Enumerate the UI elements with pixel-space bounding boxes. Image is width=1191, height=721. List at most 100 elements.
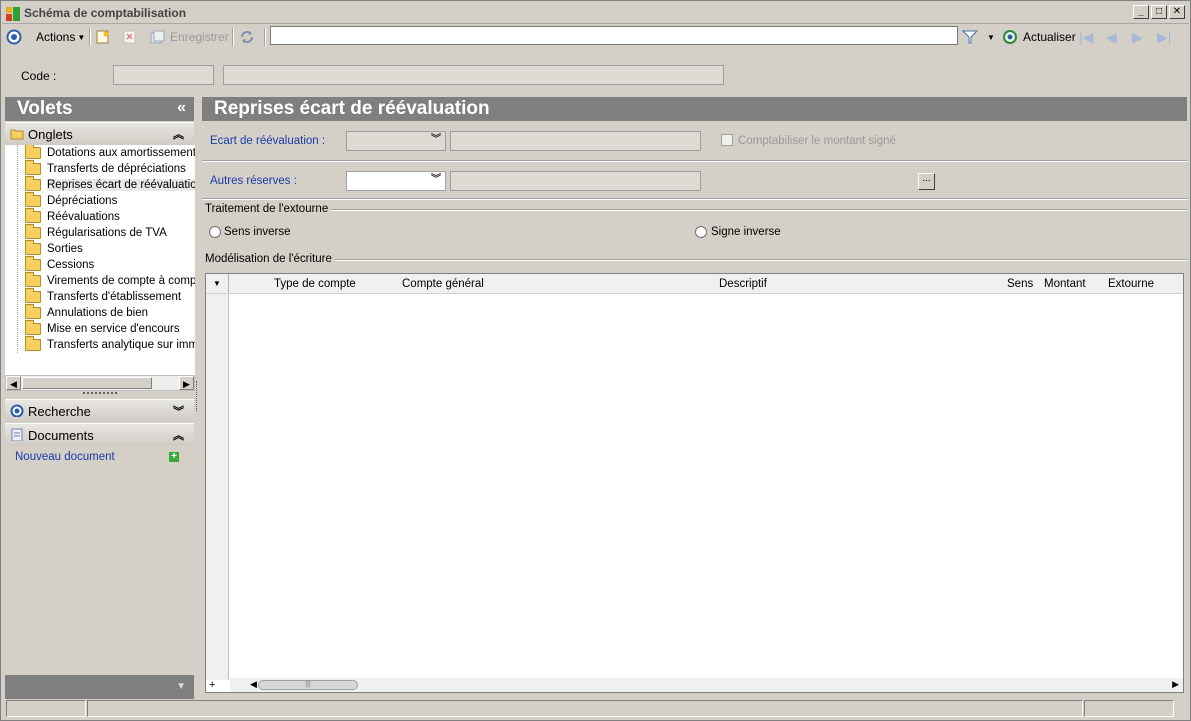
tree-item-selected[interactable]: Reprises écart de réévaluation	[25, 176, 195, 193]
last-record-icon[interactable]: ▶|	[1157, 28, 1171, 46]
save-label: Enregistrer	[170, 30, 229, 44]
double-chevron-down-icon[interactable]: ︾	[429, 174, 443, 188]
column-header[interactable]: Descriptif	[719, 278, 767, 290]
double-chevron-down-icon[interactable]: ︾	[429, 134, 443, 148]
new-document-link[interactable]: Nouveau document	[15, 451, 115, 463]
folder-icon	[25, 208, 41, 223]
app-icon	[6, 7, 20, 21]
recherche-section-header[interactable]: Recherche ︾	[5, 399, 194, 422]
search-field[interactable]	[271, 27, 957, 44]
delete-icon[interactable]	[123, 28, 137, 46]
save-button[interactable]: Enregistrer	[150, 28, 229, 46]
tree-item[interactable]: Transferts d'établissement	[25, 288, 181, 305]
browse-button[interactable]: ...	[918, 173, 935, 190]
folder-icon	[25, 272, 41, 287]
add-row-icon[interactable]: +	[209, 679, 215, 691]
tree-item[interactable]: Dotations aux amortissements	[25, 145, 195, 161]
tree-item[interactable]: Sorties	[25, 240, 83, 257]
scroll-left-icon[interactable]: ◀	[6, 376, 21, 390]
search-input[interactable]	[270, 26, 958, 45]
chevron-up-icon[interactable]: ︽	[173, 427, 184, 443]
grid-scroll-thumb[interactable]: |||	[258, 680, 358, 690]
folder-icon	[25, 288, 41, 303]
vertical-splitter[interactable]	[196, 381, 199, 411]
toolbar: Actions ▼ Enregistrer ▼ Actualiser |◀ ◀ …	[2, 25, 1189, 49]
column-header[interactable]: Sens	[1007, 278, 1033, 290]
tree-item[interactable]: Transferts de dépréciations	[25, 160, 186, 177]
circle-nav-icon[interactable]	[6, 28, 22, 46]
onglets-section-header[interactable]: Onglets ︽	[5, 122, 194, 145]
autres-reserves-description-field[interactable]	[450, 171, 701, 191]
comptabiliser-checkbox[interactable]	[721, 134, 733, 146]
actions-menu-button[interactable]: Actions ▼	[36, 28, 85, 46]
column-chooser-icon[interactable]: ▼	[206, 274, 229, 293]
save-icon	[150, 30, 165, 44]
resize-grip[interactable]	[83, 392, 117, 395]
signe-inverse-radio[interactable]	[695, 226, 707, 238]
search-circle-icon	[10, 404, 24, 417]
maximize-button[interactable]: □	[1151, 5, 1167, 19]
ecart-label: Ecart de réévaluation :	[210, 135, 326, 147]
sidebar-footer: ▼	[5, 675, 194, 699]
tree-item[interactable]: Mise en service d'encours	[25, 320, 180, 337]
next-record-icon[interactable]: ▶	[1132, 28, 1143, 46]
add-document-icon[interactable]: +	[169, 452, 179, 462]
sync-icon[interactable]	[239, 28, 255, 46]
modelisation-group-title: Modélisation de l'écriture	[205, 253, 335, 265]
actions-label: Actions	[36, 30, 76, 44]
scroll-right-icon[interactable]: ▶	[179, 376, 194, 390]
main-window: Schéma de comptabilisation _ □ ✕ Actions…	[0, 0, 1191, 721]
column-header[interactable]: Compte général	[402, 278, 484, 290]
scroll-left-icon[interactable]: ◀	[250, 679, 257, 690]
first-record-icon[interactable]: |◀	[1079, 28, 1093, 46]
grid-horizontal-scrollbar[interactable]: ◀ ||| ▶	[230, 678, 1183, 692]
status-segment	[87, 700, 1083, 717]
grid-row-selector	[206, 294, 229, 680]
signe-inverse-label: Signe inverse	[711, 226, 781, 238]
minimize-button[interactable]: _	[1133, 5, 1149, 19]
documents-label: Documents	[28, 428, 94, 443]
tree-item[interactable]: Transferts analytique sur immo	[25, 336, 195, 353]
code-field[interactable]	[113, 65, 214, 85]
documents-section-header[interactable]: Documents ︽	[5, 423, 194, 446]
ecart-description-field[interactable]	[450, 131, 701, 151]
new-icon[interactable]	[96, 28, 110, 46]
folder-icon	[25, 304, 41, 319]
collapse-panel-icon[interactable]: «	[177, 99, 186, 117]
tree-item[interactable]: Cessions	[25, 256, 94, 273]
scroll-thumb[interactable]	[22, 377, 152, 389]
grid-header: ▼ Type de compte Compte général Descript…	[206, 274, 1183, 294]
refresh-button[interactable]: Actualiser	[1002, 28, 1076, 46]
autres-reserves-combo[interactable]: ︾	[346, 171, 446, 191]
traitement-group-title: Traitement de l'extourne	[205, 203, 332, 215]
chevron-up-icon[interactable]: ︽	[173, 126, 184, 142]
column-header[interactable]: Type de compte	[274, 278, 356, 290]
previous-record-icon[interactable]: ◀	[1106, 28, 1117, 46]
scroll-right-icon[interactable]: ▶	[1172, 679, 1179, 690]
tree-item[interactable]: Dépréciations	[25, 192, 117, 209]
close-button[interactable]: ✕	[1169, 5, 1185, 19]
code-label: Code :	[21, 69, 57, 83]
sens-inverse-label: Sens inverse	[224, 226, 291, 238]
folder-icon	[25, 160, 41, 175]
expand-more-icon[interactable]: ▼	[176, 681, 186, 692]
volets-header: Volets «	[5, 97, 194, 121]
tree-item[interactable]: Annulations de bien	[25, 304, 148, 321]
tree-horizontal-scrollbar[interactable]: ◀ ▶	[5, 375, 195, 391]
tree-item[interactable]: Régularisations de TVA	[25, 224, 167, 241]
column-header[interactable]: Montant	[1044, 278, 1086, 290]
column-header[interactable]: Extourne	[1108, 278, 1154, 290]
ecart-combo[interactable]: ︾	[346, 131, 446, 151]
filter-icon[interactable]	[962, 28, 978, 46]
autres-reserves-label: Autres réserves :	[210, 175, 297, 187]
filter-dropdown-icon[interactable]: ▼	[987, 28, 995, 46]
folder-icon	[10, 129, 24, 140]
status-segment	[1084, 700, 1174, 717]
code-description-field[interactable]	[223, 65, 724, 85]
ecriture-grid[interactable]: ▼ Type de compte Compte général Descript…	[205, 273, 1184, 693]
tree-item[interactable]: Virements de compte à compte	[25, 272, 195, 289]
onglets-tree: Dotations aux amortissements Transferts …	[5, 145, 195, 375]
chevron-down-icon[interactable]: ︾	[173, 403, 184, 419]
sens-inverse-radio[interactable]	[209, 226, 221, 238]
tree-item[interactable]: Réévaluations	[25, 208, 120, 225]
